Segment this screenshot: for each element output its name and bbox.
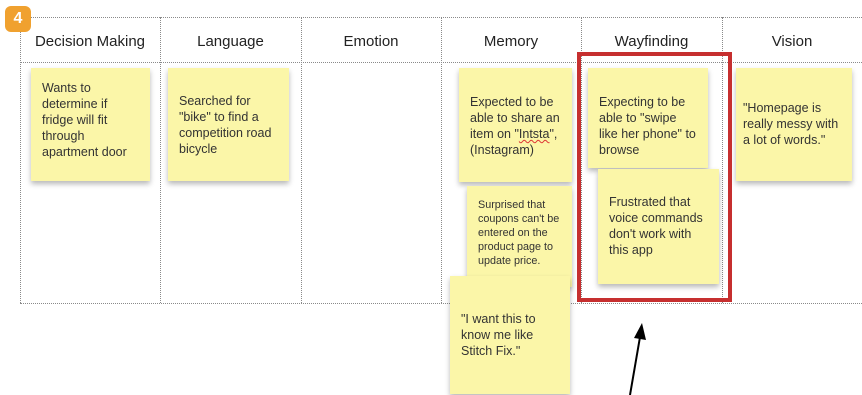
sticky-note-memory-stitch-fix[interactable]: "I want this to know me like Stitch Fix.…	[450, 276, 570, 394]
sticky-note-memory-share[interactable]: Expected to be able to share an item on …	[459, 68, 572, 182]
pointer-arrow-icon	[629, 323, 646, 395]
wayfinding-highlight-box	[577, 52, 732, 302]
column-header-vision: Vision	[771, 33, 813, 50]
grid-col-divider	[441, 17, 442, 303]
column-header-wayfinding: Wayfinding	[614, 33, 689, 50]
sticky-note-vision[interactable]: "Homepage is really messy with a lot of …	[736, 68, 852, 181]
step-number-badge: 4	[5, 6, 31, 32]
column-header-emotion: Emotion	[343, 33, 399, 50]
sticky-note-language[interactable]: Searched for "bike" to find a competitio…	[168, 68, 289, 181]
grid-col-divider	[160, 17, 161, 303]
sticky-note-decision-making[interactable]: Wants to determine if fridge will fit th…	[31, 68, 150, 181]
affinity-board: Decision Making Language Emotion Memory …	[0, 0, 862, 395]
misspelled-word: Intsta	[518, 127, 550, 141]
column-header-memory: Memory	[483, 33, 539, 50]
grid-col-divider	[301, 17, 302, 303]
column-header-language: Language	[197, 33, 264, 50]
column-header-decision-making: Decision Making	[34, 33, 146, 50]
sticky-note-memory-coupons[interactable]: Surprised that coupons can't be entered …	[467, 186, 572, 287]
grid-col-divider	[20, 17, 21, 303]
grid-bottom-line	[20, 303, 862, 304]
